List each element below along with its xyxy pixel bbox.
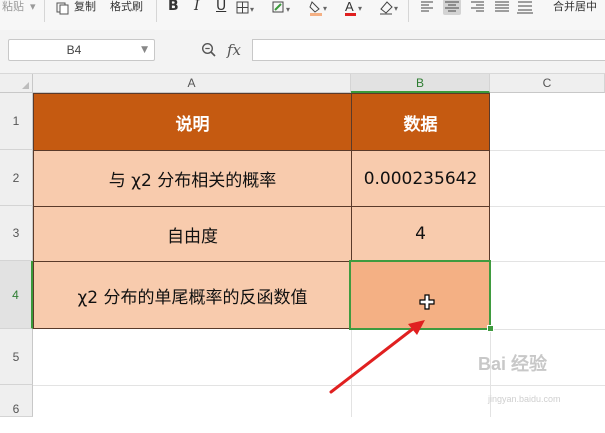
corner-triangle-icon (22, 82, 29, 89)
svg-text:▾: ▾ (286, 5, 290, 14)
column-header-a[interactable]: A (33, 74, 351, 93)
baidu-watermark-url: jingyan.baidu.com (488, 394, 561, 404)
cell-b2[interactable]: 0.000235642 (351, 150, 490, 207)
svg-text:▾: ▾ (323, 4, 327, 13)
align-left-button[interactable] (419, 0, 437, 15)
justify-button[interactable] (493, 0, 511, 15)
cell-b3[interactable]: 4 (351, 206, 490, 262)
column-header-c[interactable]: C (490, 74, 605, 93)
underline-button[interactable]: U (216, 0, 226, 14)
gridline (490, 206, 605, 207)
paste-dropdown-icon[interactable]: ▾ (30, 0, 36, 14)
insert-function-button[interactable]: fx (227, 41, 241, 59)
formula-input[interactable] (252, 39, 605, 61)
zoom-search-icon[interactable] (201, 42, 217, 62)
cell-a2[interactable]: 与 χ2 分布相关的概率 (33, 150, 352, 207)
align-right-button[interactable] (468, 0, 486, 15)
name-box-value: B4 (66, 43, 82, 57)
ribbon-divider (44, 0, 45, 22)
copy-icon[interactable] (56, 0, 69, 16)
formula-bar: B4 ▼ fx (0, 30, 605, 74)
borders-icon[interactable]: ▾ (236, 0, 256, 16)
gridline (490, 150, 605, 151)
baidu-watermark: Bai 经验 (478, 354, 548, 374)
gridline (490, 261, 605, 262)
cell-b1[interactable]: 数据 (351, 93, 490, 151)
ribbon-toolbar: 粘贴 ▾ 复制 格式刷 B I U ▾ ▾ ▾ A ▾ ▾ 合并居中 (0, 0, 605, 31)
row-header-3[interactable]: 3 (0, 206, 33, 261)
svg-text:▾: ▾ (358, 4, 362, 13)
name-box[interactable]: B4 ▼ (8, 39, 155, 61)
svg-text:▾: ▾ (250, 5, 254, 14)
column-header-b[interactable]: B (351, 74, 490, 93)
ribbon-divider (408, 0, 409, 22)
chevron-down-icon[interactable]: ▼ (141, 45, 148, 55)
cell-a3[interactable]: 自由度 (33, 206, 352, 262)
clear-format-icon[interactable]: ▾ (378, 0, 402, 16)
ribbon-divider (156, 0, 157, 22)
row-header-4[interactable]: 4 (0, 261, 33, 329)
fill-style-icon[interactable]: ▾ (272, 0, 294, 16)
row-header-5[interactable]: 5 (0, 329, 33, 385)
merge-center-button[interactable]: 合并居中 (553, 0, 597, 14)
paste-button[interactable]: 粘贴 (2, 0, 24, 14)
cell-select-cursor-icon (419, 294, 435, 314)
font-color-icon[interactable]: A ▾ (344, 0, 366, 16)
row-header-2[interactable]: 2 (0, 150, 33, 206)
align-center-button[interactable] (443, 0, 461, 15)
svg-text:A: A (345, 0, 354, 14)
format-painter-button[interactable]: 格式刷 (110, 0, 143, 14)
gridline (490, 329, 605, 330)
gridline (33, 385, 605, 386)
distributed-align-button[interactable] (516, 0, 534, 15)
fill-handle[interactable] (487, 325, 494, 332)
italic-button[interactable]: I (194, 0, 200, 14)
copy-button[interactable]: 复制 (74, 0, 96, 14)
row-header-6[interactable]: 6 (0, 385, 33, 417)
gridline (351, 329, 352, 417)
cell-a1[interactable]: 说明 (33, 93, 352, 151)
svg-text:▾: ▾ (394, 4, 398, 13)
row-header-1[interactable]: 1 (0, 93, 33, 150)
select-all-corner[interactable] (0, 74, 33, 93)
cell-a4[interactable]: χ2 分布的单尾概率的反函数值 (33, 261, 352, 329)
fill-color-icon[interactable]: ▾ (309, 0, 331, 16)
bold-button[interactable]: B (168, 0, 179, 14)
